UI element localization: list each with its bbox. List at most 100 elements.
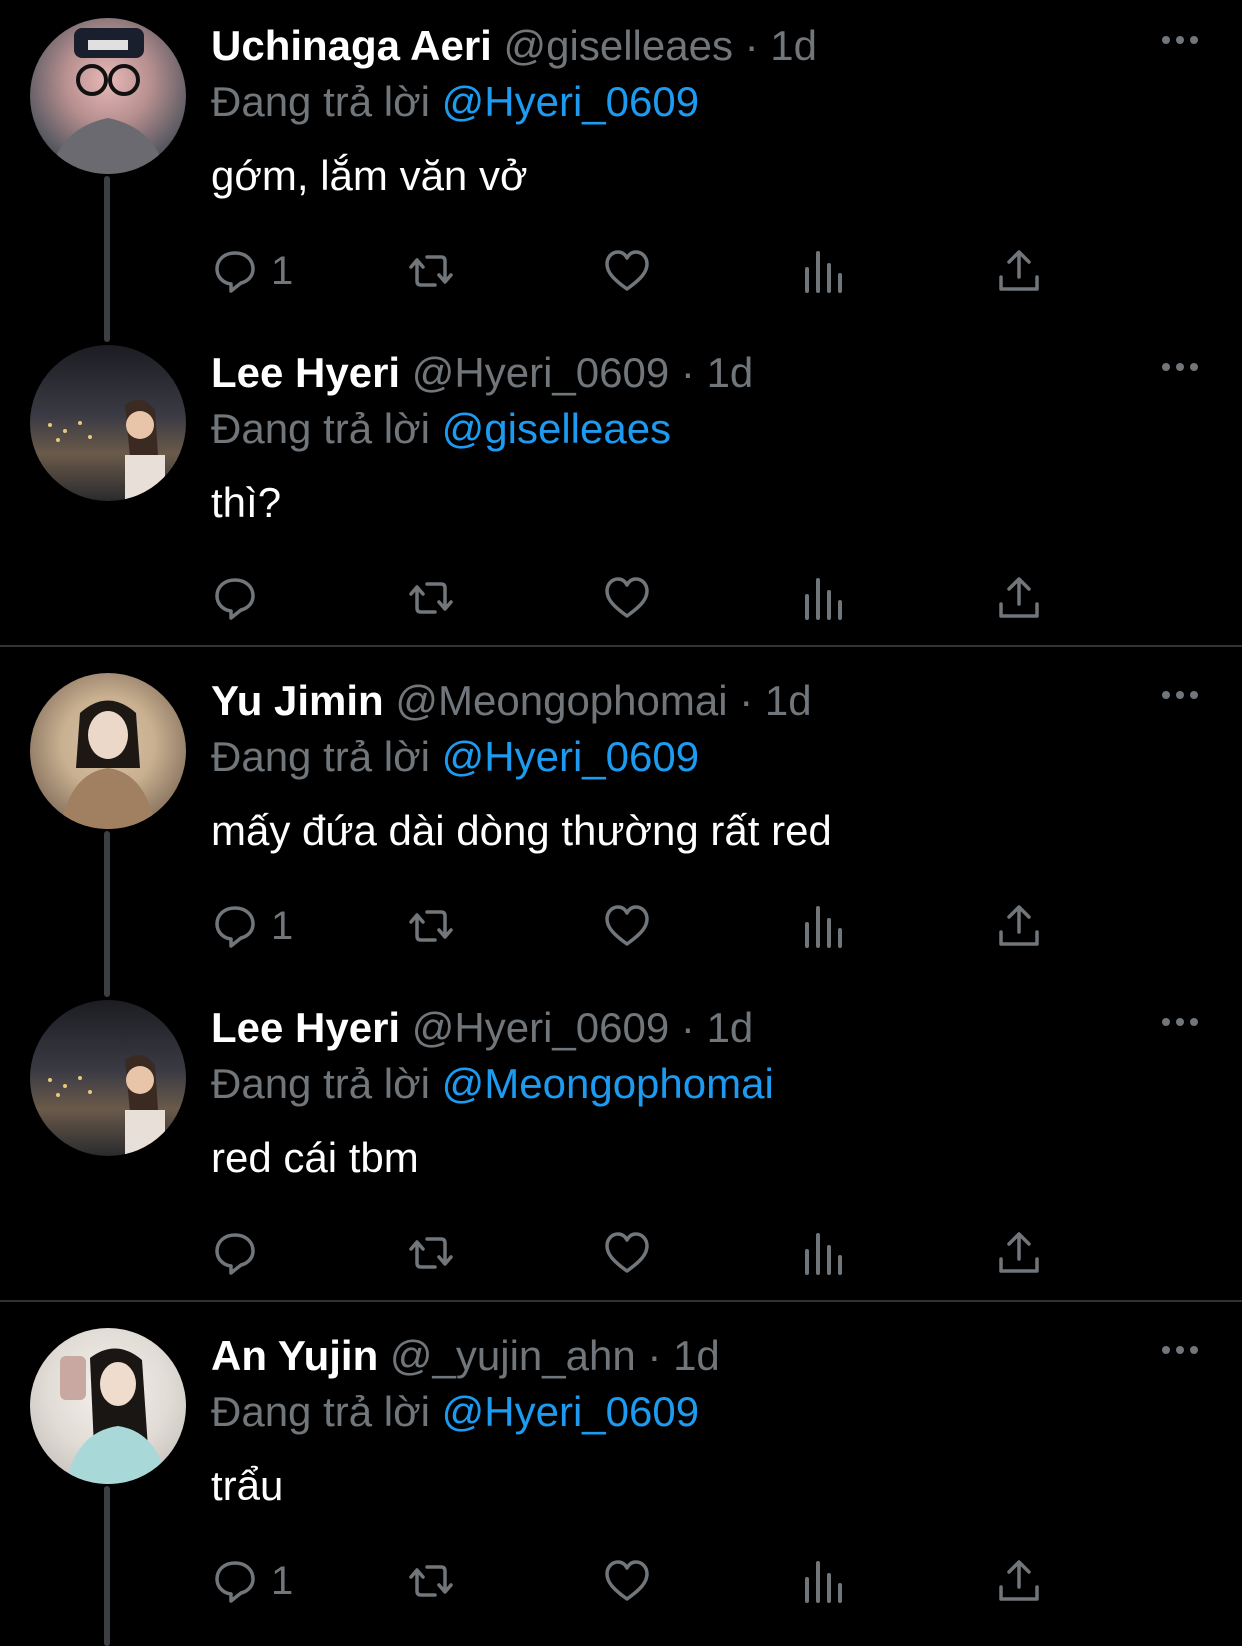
reply-count: 1: [271, 1558, 294, 1603]
timestamp[interactable]: 1d: [707, 1004, 754, 1051]
replying-to-label: Đang trả lời: [211, 733, 430, 780]
share-button[interactable]: [995, 900, 1043, 952]
share-button[interactable]: [995, 245, 1043, 297]
retweet-button[interactable]: [407, 1227, 455, 1279]
tweet-header: An Yujin @_yujin_ahn · 1d: [211, 1330, 720, 1382]
more-options-icon[interactable]: [1160, 685, 1200, 705]
separator: ·: [680, 1004, 695, 1051]
more-options-icon[interactable]: [1160, 1340, 1200, 1360]
tweet[interactable]: Lee Hyeri @Hyeri_0609 · 1d Đang trả lời …: [0, 982, 1242, 1300]
replying-to-label: Đang trả lời: [211, 1060, 430, 1107]
separator: ·: [680, 349, 695, 396]
user-handle[interactable]: @Meongophomai: [395, 677, 727, 724]
reply-button[interactable]: [211, 572, 271, 624]
like-button[interactable]: [603, 572, 651, 624]
thread-line: [104, 1486, 110, 1646]
reply-icon: [215, 251, 255, 293]
mention-link[interactable]: @giselleaes: [442, 405, 671, 452]
reply-count: 1: [271, 903, 294, 948]
analytics-icon: [805, 1561, 842, 1603]
more-options-icon[interactable]: [1160, 30, 1200, 50]
avatar[interactable]: [30, 673, 186, 829]
views-button[interactable]: [799, 572, 847, 624]
display-name[interactable]: Yu Jimin: [211, 677, 384, 724]
reply-button[interactable]: 1: [211, 900, 293, 952]
user-handle[interactable]: @Hyeri_0609: [412, 1004, 669, 1051]
separator: ·: [739, 677, 754, 724]
mention-link[interactable]: @Hyeri_0609: [442, 1388, 699, 1435]
tweet-text: red cái tbm: [211, 1134, 419, 1181]
mention-link[interactable]: @Meongophomai: [442, 1060, 774, 1107]
reply-count: 1: [271, 248, 294, 293]
replying-to: Đang trả lời @Hyeri_0609: [211, 1386, 699, 1438]
tweet-text: thì?: [211, 479, 282, 526]
mention-link[interactable]: @Hyeri_0609: [442, 733, 699, 780]
retweet-button[interactable]: [407, 245, 455, 297]
tweet[interactable]: Lee Hyeri @Hyeri_0609 · 1d Đang trả lời …: [0, 327, 1242, 645]
action-bar: [211, 1227, 1111, 1279]
conversation-divider: [0, 1300, 1242, 1302]
action-bar: [211, 572, 1111, 624]
heart-icon: [605, 905, 649, 946]
action-bar: 1: [211, 900, 1111, 952]
display-name[interactable]: Uchinaga Aeri: [211, 22, 492, 69]
retweet-icon: [409, 1565, 453, 1597]
analytics-icon: [805, 1233, 842, 1275]
retweet-button[interactable]: [407, 900, 455, 952]
tweet[interactable]: Uchinaga Aeri @giselleaes · 1d Đang trả …: [0, 0, 1242, 342]
more-options-icon[interactable]: [1160, 357, 1200, 377]
timestamp[interactable]: 1d: [770, 22, 817, 69]
mention-link[interactable]: @Hyeri_0609: [442, 78, 699, 125]
thread-line: [104, 831, 110, 997]
like-button[interactable]: [603, 1555, 651, 1607]
views-button[interactable]: [799, 245, 847, 297]
replying-to: Đang trả lời @Hyeri_0609: [211, 731, 699, 783]
views-button[interactable]: [799, 1555, 847, 1607]
share-icon: [999, 1232, 1039, 1273]
avatar[interactable]: [30, 1000, 186, 1156]
share-button[interactable]: [995, 1227, 1043, 1279]
avatar[interactable]: [30, 345, 186, 501]
tweet-header: Uchinaga Aeri @giselleaes · 1d: [211, 20, 817, 72]
reply-icon: [215, 906, 255, 948]
avatar[interactable]: [30, 1328, 186, 1484]
tweet[interactable]: Yu Jimin @Meongophomai · 1d Đang trả lời…: [0, 655, 1242, 997]
user-handle[interactable]: @Hyeri_0609: [412, 349, 669, 396]
separator: ·: [744, 22, 759, 69]
reply-icon: [215, 578, 255, 620]
avatar[interactable]: [30, 18, 186, 174]
tweet-header: Yu Jimin @Meongophomai · 1d: [211, 675, 812, 727]
views-button[interactable]: [799, 900, 847, 952]
action-bar: 1: [211, 1555, 1111, 1607]
reply-button[interactable]: 1: [211, 1555, 293, 1607]
share-button[interactable]: [995, 1555, 1043, 1607]
replying-to-label: Đang trả lời: [211, 78, 430, 125]
display-name[interactable]: An Yujin: [211, 1332, 378, 1379]
reply-button[interactable]: 1: [211, 245, 293, 297]
like-button[interactable]: [603, 1227, 651, 1279]
timestamp[interactable]: 1d: [707, 349, 754, 396]
action-bar: 1: [211, 245, 1111, 297]
display-name[interactable]: Lee Hyeri: [211, 349, 400, 396]
reply-button[interactable]: [211, 1227, 271, 1279]
user-handle[interactable]: @giselleaes: [504, 22, 733, 69]
retweet-icon: [409, 255, 453, 287]
like-button[interactable]: [603, 900, 651, 952]
views-button[interactable]: [799, 1227, 847, 1279]
heart-icon: [605, 577, 649, 618]
reply-icon: [215, 1233, 255, 1275]
share-button[interactable]: [995, 572, 1043, 624]
display-name[interactable]: Lee Hyeri: [211, 1004, 400, 1051]
more-options-icon[interactable]: [1160, 1012, 1200, 1032]
tweet[interactable]: An Yujin @_yujin_ahn · 1d Đang trả lời @…: [0, 1310, 1242, 1646]
tweet-text: gớm, lắm văn vở: [211, 152, 528, 199]
retweet-button[interactable]: [407, 572, 455, 624]
reply-icon: [215, 1561, 255, 1603]
like-button[interactable]: [603, 245, 651, 297]
timestamp[interactable]: 1d: [765, 677, 812, 724]
user-handle[interactable]: @_yujin_ahn: [390, 1332, 636, 1379]
share-icon: [999, 905, 1039, 946]
share-icon: [999, 250, 1039, 291]
timestamp[interactable]: 1d: [673, 1332, 720, 1379]
retweet-button[interactable]: [407, 1555, 455, 1607]
